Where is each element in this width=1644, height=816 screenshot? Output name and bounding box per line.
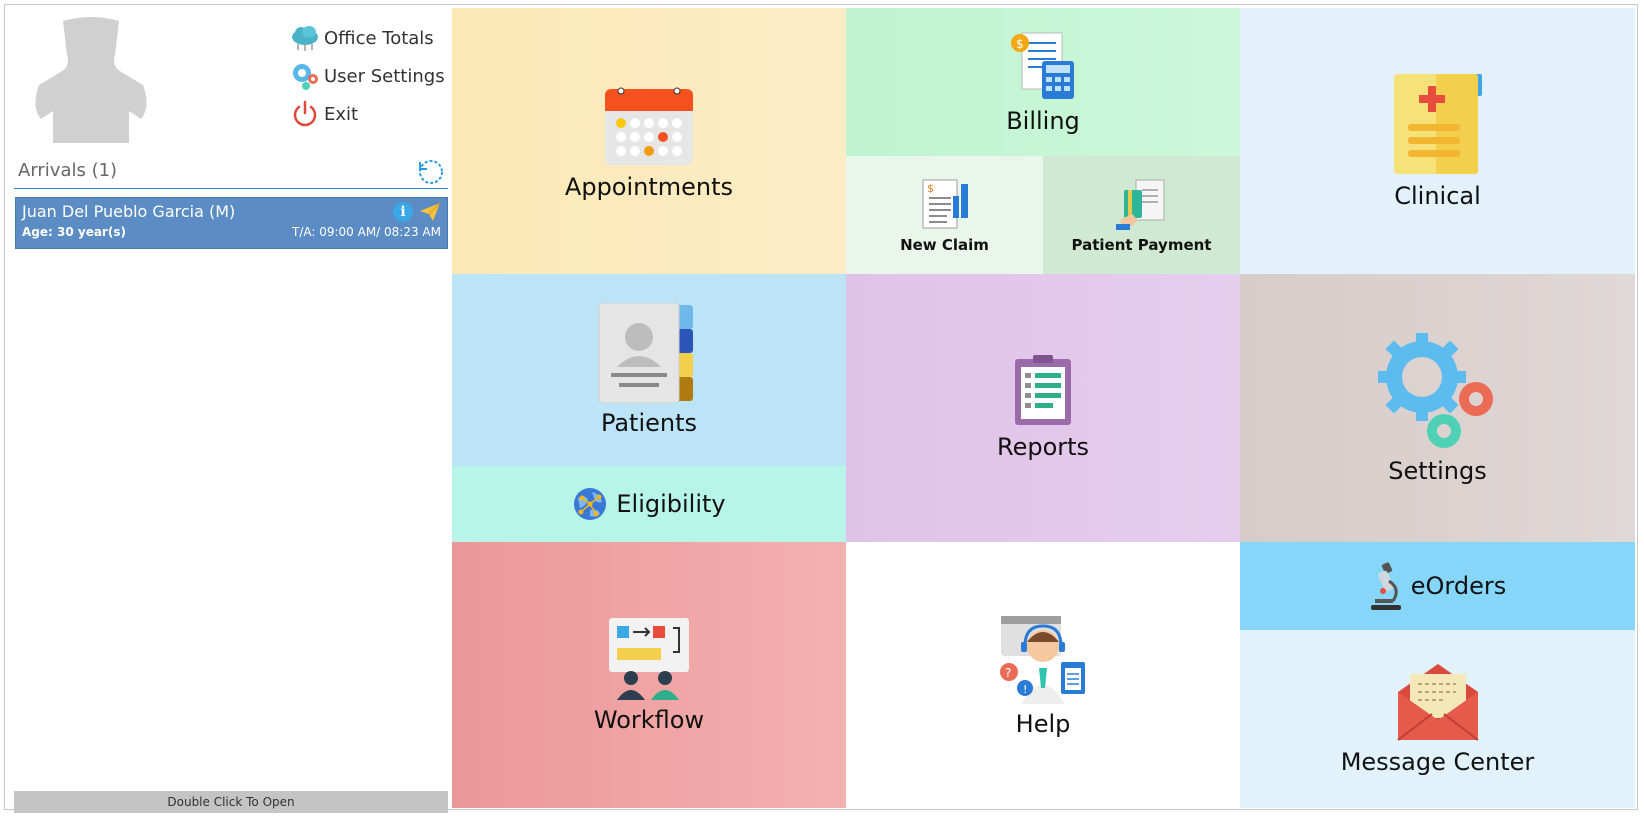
message-center-label: Message Center	[1340, 748, 1535, 776]
info-icon[interactable]: i	[393, 202, 413, 222]
calendar-icon	[605, 87, 693, 165]
workflow-board-icon	[609, 618, 689, 700]
eorders-label: eOrders	[1410, 572, 1507, 600]
patient-payment-tile[interactable]: Patient Payment	[1043, 156, 1240, 274]
refresh-icon[interactable]	[416, 156, 446, 186]
clinical-label: Clinical	[1394, 182, 1481, 210]
globe-network-icon	[574, 488, 607, 520]
reports-label: Reports	[996, 433, 1090, 461]
arrival-time: T/A: 09:00 AM/ 08:23 AM	[291, 225, 441, 239]
help-tile[interactable]: ? ! Help	[846, 542, 1240, 808]
user-avatar-icon	[35, 17, 147, 143]
new-claim-tile[interactable]: $ New Claim	[846, 156, 1043, 274]
invoice-calculator-icon: $	[1011, 32, 1074, 99]
office-totals-label: Office Totals	[324, 27, 434, 49]
svg-text:$: $	[1016, 37, 1024, 51]
settings-label: Settings	[1388, 457, 1487, 485]
patient-payment-label: Patient Payment	[1071, 236, 1212, 254]
svg-text:!: !	[1023, 683, 1027, 696]
top-menu: Office Totals User Settings Exit	[290, 19, 450, 133]
double-click-hint: Double Click To Open	[14, 791, 448, 813]
arrival-age: Age: 30 year(s)	[22, 225, 126, 239]
gears-icon	[1377, 333, 1493, 448]
eorders-tile[interactable]: eOrders	[1240, 542, 1635, 630]
settings-tile[interactable]: Settings	[1240, 274, 1635, 542]
reports-tile[interactable]: Reports	[846, 274, 1240, 542]
message-center-tile[interactable]: Message Center	[1240, 630, 1635, 808]
address-book-icon	[598, 303, 693, 403]
user-settings-link[interactable]: User Settings	[290, 57, 450, 95]
left-panel: Office Totals User Settings Exit Arrival…	[5, 5, 450, 813]
clinical-tile[interactable]: Clinical	[1240, 8, 1635, 274]
workflow-tile[interactable]: Workflow	[452, 542, 846, 808]
office-totals-link[interactable]: Office Totals	[290, 19, 450, 57]
arrivals-header: Arrivals (1)	[14, 153, 448, 189]
gear-icon	[293, 64, 318, 90]
patients-tile[interactable]: Patients	[452, 274, 846, 466]
help-label: Help	[1015, 710, 1071, 738]
new-claim-label: New Claim	[900, 236, 989, 254]
envelope-icon	[1396, 664, 1479, 741]
claim-document-icon: $	[922, 179, 968, 229]
appointments-tile[interactable]: Appointments	[452, 8, 846, 274]
exit-link[interactable]: Exit	[290, 95, 450, 133]
arrival-name: Juan Del Pueblo Garcia (M)	[22, 202, 236, 221]
power-icon	[293, 100, 317, 127]
payment-card-icon	[1115, 179, 1164, 230]
exit-label: Exit	[324, 103, 359, 125]
clipboard-report-icon	[1015, 355, 1071, 425]
billing-label: Billing	[1006, 107, 1080, 135]
medical-record-icon	[1393, 74, 1482, 174]
svg-text:?: ?	[1005, 666, 1011, 680]
send-icon[interactable]	[419, 202, 441, 222]
arrival-card[interactable]: Juan Del Pueblo Garcia (M) Age: 30 year(…	[15, 197, 448, 249]
billing-tile[interactable]: $ Billing	[846, 8, 1240, 156]
appointments-label: Appointments	[564, 173, 734, 201]
user-settings-label: User Settings	[324, 65, 445, 87]
microscope-icon	[1370, 562, 1401, 610]
support-agent-icon: ? !	[1000, 616, 1085, 704]
svg-text:$: $	[927, 182, 934, 195]
patients-label: Patients	[600, 409, 698, 437]
cloud-icon	[292, 26, 318, 51]
eligibility-label: Eligibility	[616, 490, 726, 518]
arrivals-title: Arrivals (1)	[18, 160, 118, 181]
workflow-label: Workflow	[593, 706, 705, 734]
eligibility-tile[interactable]: Eligibility	[452, 466, 846, 542]
